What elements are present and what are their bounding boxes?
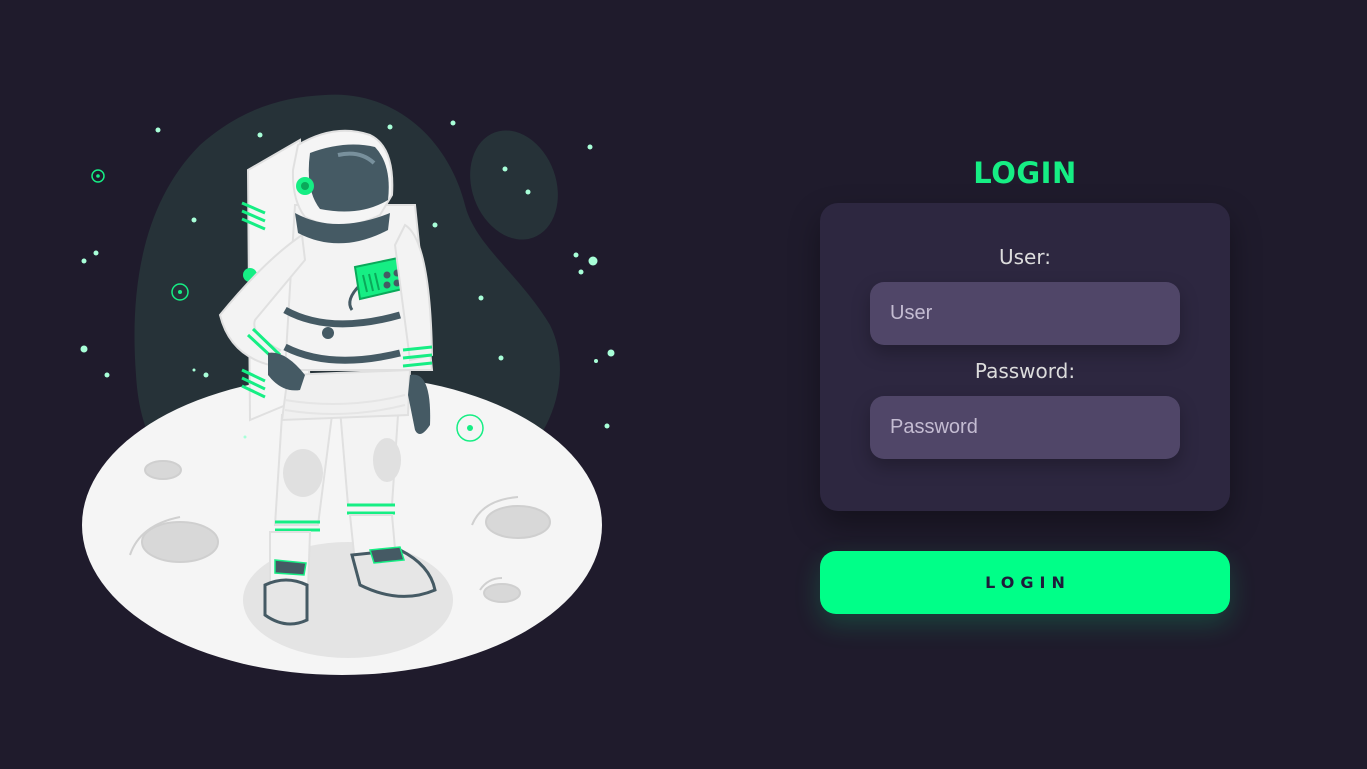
login-button[interactable]: LOGIN <box>820 551 1230 614</box>
password-label: Password: <box>974 359 1076 383</box>
user-label: User: <box>999 245 1051 269</box>
astronaut-illustration <box>80 94 615 675</box>
login-title: LOGIN <box>973 156 1077 190</box>
password-input[interactable] <box>870 396 1180 459</box>
login-page: LOGIN User: Password: LOGIN <box>0 0 1367 769</box>
login-form-card: User: Password: <box>820 203 1230 511</box>
user-input[interactable] <box>870 282 1180 345</box>
